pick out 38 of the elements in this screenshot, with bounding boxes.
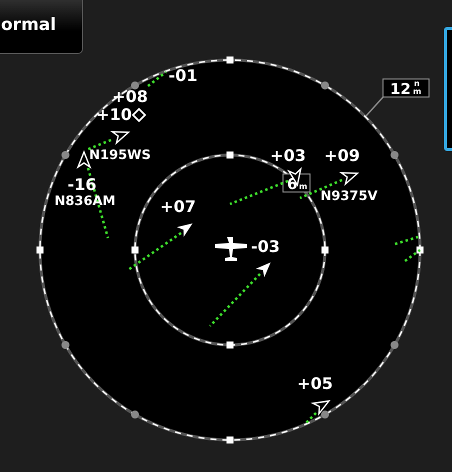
trend-line (127, 232, 182, 272)
callsign-label: N836AM (54, 194, 116, 209)
trend-line (209, 273, 261, 327)
leader-line (365, 96, 385, 116)
ring-dot (61, 341, 70, 349)
ring-dot (390, 341, 399, 349)
ring-dot (61, 151, 70, 159)
trend-line (147, 71, 167, 87)
ring-dot (321, 81, 329, 90)
ring-dot (131, 81, 139, 90)
altitude-label: +03 (270, 146, 306, 165)
mode-button[interactable]: ormal (0, 0, 83, 54)
callsign-label: N195WS (89, 148, 151, 163)
traffic-arrow-icon (76, 150, 92, 169)
traffic-arrow-icon (176, 223, 193, 237)
trend-line (305, 412, 317, 424)
traffic-arrow-icon (339, 172, 360, 186)
traffic-arrow-icon (110, 130, 130, 146)
traffic-arrow-icon (256, 262, 271, 278)
traffic-arrow-icon (310, 400, 331, 416)
airplane-icon (215, 237, 247, 261)
trend-line (394, 236, 418, 246)
ring-marker (226, 152, 234, 158)
diamond-icon (132, 108, 146, 122)
altitude-label: +08 (112, 87, 148, 106)
altitude-label: +05 (297, 374, 333, 393)
altitude-label: -01 (168, 66, 198, 85)
ownship-altitude: -03 (251, 237, 280, 256)
callsign-label: N9375V (320, 189, 378, 204)
ring-dot (131, 410, 139, 419)
trend-line (230, 180, 288, 206)
trend-line (404, 249, 421, 262)
ring-dot (390, 151, 399, 159)
ring-dot (321, 410, 329, 419)
altitude-label: +07 (160, 197, 196, 216)
altitude-label: +09 (324, 146, 360, 165)
altitude-label: +10 (96, 105, 132, 124)
altitude-label: -16 (68, 175, 96, 194)
